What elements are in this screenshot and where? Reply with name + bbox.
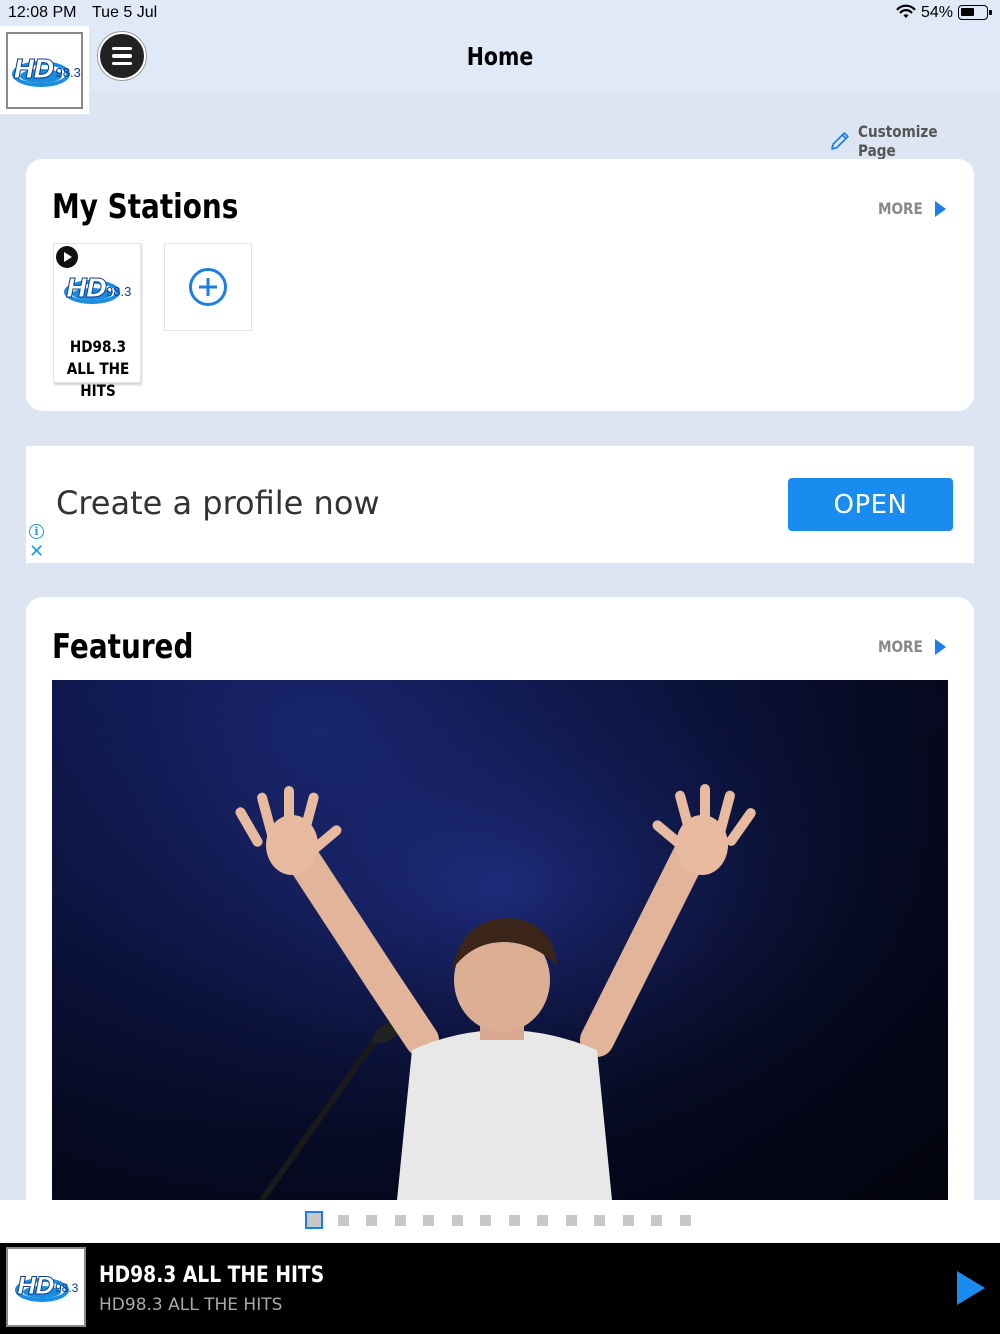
wifi-icon xyxy=(896,4,916,18)
customize-page-label: Customize Page xyxy=(857,122,938,160)
menu-button[interactable] xyxy=(98,32,146,80)
station-logo: HD 98.3 xyxy=(6,32,83,109)
now-playing-logo: HD 98.3 xyxy=(6,1247,86,1327)
featured-image[interactable] xyxy=(52,680,948,1200)
station-tile-logo: HD 98.3 xyxy=(64,274,132,305)
pager-dot[interactable] xyxy=(423,1215,434,1226)
play-icon[interactable] xyxy=(56,246,78,268)
pager-dot[interactable] xyxy=(452,1215,463,1226)
pager-dot[interactable] xyxy=(623,1215,634,1226)
more-label: MORE xyxy=(878,199,924,218)
play-icon[interactable] xyxy=(957,1271,985,1305)
station-logo-button[interactable]: HD 98.3 xyxy=(0,26,89,114)
now-playing-subtitle: HD98.3 ALL THE HITS xyxy=(99,1295,283,1315)
pager-dot[interactable] xyxy=(338,1215,349,1226)
app-header: Home xyxy=(0,26,1000,90)
more-label: MORE xyxy=(878,637,924,656)
carousel-pager xyxy=(0,1200,1000,1243)
status-time: 12:08 PM xyxy=(8,4,77,21)
my-stations-title: My Stations xyxy=(52,187,239,227)
pager-dot[interactable] xyxy=(395,1215,406,1226)
battery-percentage: 54% xyxy=(921,4,954,21)
featured-card: Featured MORE xyxy=(26,597,974,1237)
close-icon[interactable]: ✕ xyxy=(29,542,44,560)
pager-dot[interactable] xyxy=(594,1215,605,1226)
my-stations-more-link[interactable]: MORE xyxy=(874,199,946,218)
ad-text: Create a profile now xyxy=(56,484,380,522)
pager-dot[interactable] xyxy=(509,1215,520,1226)
triangle-right-icon xyxy=(935,638,946,655)
page-title: Home xyxy=(466,42,534,71)
pager-dot[interactable] xyxy=(480,1215,491,1226)
featured-title: Featured xyxy=(52,627,194,667)
plus-circle-icon xyxy=(189,268,227,306)
station-name: HD98.3 ALL THE HITS xyxy=(66,337,130,400)
ad-open-button[interactable]: OPEN xyxy=(788,478,953,531)
ad-banner[interactable]: Create a profile now OPEN i ✕ xyxy=(26,446,974,563)
status-bar: 12:08 PM Tue 5 Jul 54% xyxy=(0,0,1000,26)
now-playing-title: HD98.3 ALL THE HITS xyxy=(99,1263,325,1288)
pager-dot[interactable] xyxy=(366,1215,377,1226)
now-playing-bar[interactable]: HD 98.3 HD98.3 ALL THE HITS HD98.3 ALL T… xyxy=(0,1243,1000,1334)
info-icon[interactable]: i xyxy=(29,524,44,539)
pager-dot[interactable] xyxy=(680,1215,691,1226)
pencil-icon xyxy=(831,132,849,150)
pager-dot[interactable] xyxy=(651,1215,662,1226)
pager-dot[interactable] xyxy=(305,1211,323,1229)
pager-dot[interactable] xyxy=(537,1215,548,1226)
add-station-button[interactable] xyxy=(164,243,252,331)
status-date: Tue 5 Jul xyxy=(92,4,158,21)
pager-dot[interactable] xyxy=(566,1215,577,1226)
featured-more-link[interactable]: MORE xyxy=(874,637,946,656)
customize-page-link[interactable]: Customize Page xyxy=(828,122,1000,160)
performer-illustration xyxy=(52,680,948,1200)
battery-icon xyxy=(958,5,992,20)
my-stations-card: My Stations MORE HD 98.3 HD98.3 ALL THE … xyxy=(26,159,974,411)
station-tile[interactable]: HD 98.3 HD98.3 ALL THE HITS xyxy=(53,243,141,400)
triangle-right-icon xyxy=(935,200,946,217)
